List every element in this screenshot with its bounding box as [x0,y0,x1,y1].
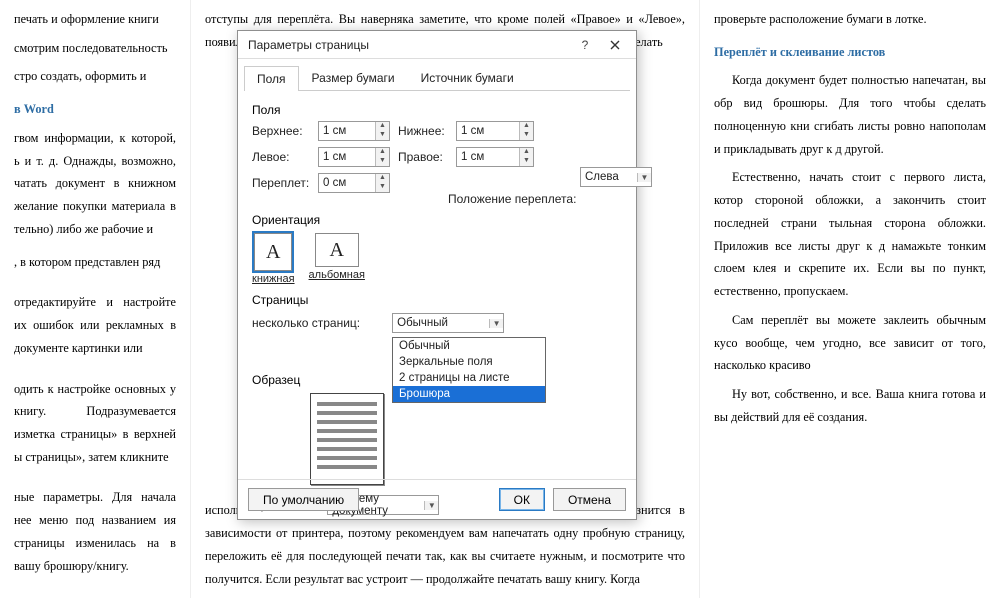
spinner-gutter[interactable]: 0 см▲▼ [318,173,390,193]
value-right: 1 см [457,151,519,163]
orientation-portrait-label: книжная [252,273,295,285]
orientation-landscape-label: альбомная [309,269,365,281]
group-margins-label: Поля [252,103,622,117]
dropdown-option[interactable]: Зеркальные поля [393,354,545,370]
bg-text: Естественно, начать стоит с первого лист… [714,166,986,302]
bg-text: одить к настройке основных у книгу. Подр… [14,378,176,469]
bg-text: , в котором представлен ряд [14,251,176,274]
dropdown-option[interactable]: 2 страницы на листе [393,370,545,386]
tab-margins[interactable]: Поля [244,66,299,91]
bg-heading: Переплёт и склеивание листов [714,41,986,64]
orientation-portrait[interactable]: A книжная [252,233,295,285]
bg-heading: в Word [14,98,176,121]
tab-bar: Поля Размер бумаги Источник бумаги [244,65,630,91]
down-icon[interactable]: ▼ [520,157,533,166]
close-button[interactable] [600,34,630,56]
tab-paper-source[interactable]: Источник бумаги [408,65,527,90]
orientation-landscape[interactable]: A альбомная [309,233,365,285]
chevron-down-icon: ▼ [489,319,503,328]
sample-preview [310,393,384,485]
value-top: 1 см [319,125,375,137]
up-icon[interactable]: ▲ [520,148,533,157]
bg-text: ные параметры. Для начала нее меню под н… [14,486,176,577]
value-gutterpos: Слева [581,171,637,183]
portrait-icon: A [254,233,292,271]
chevron-down-icon: ▼ [637,173,651,182]
bg-text: Когда документ будет полностью напечатан… [714,69,986,160]
page-setup-dialog: Параметры страницы ? Поля Размер бумаги … [237,30,637,520]
value-gutter: 0 см [319,177,375,189]
label-bottom: Нижнее: [398,124,448,138]
value-left: 1 см [319,151,375,163]
bg-text: печать и оформление книги [14,8,176,31]
default-button[interactable]: По умолчанию [248,488,359,511]
dropdown-multiple-pages: Обычный Зеркальные поля 2 страницы на ли… [392,337,546,403]
bg-text: проверьте расположение бумаги в лотке. [714,8,986,31]
value-multiple: Обычный [393,317,489,329]
label-multiple: несколько страниц: [252,316,360,330]
up-icon[interactable]: ▲ [376,148,389,157]
down-icon[interactable]: ▼ [376,131,389,140]
dropdown-option[interactable]: Обычный [393,338,545,354]
label-top: Верхнее: [252,124,310,138]
bg-text: Ну вот, собственно, и все. Ваша книга го… [714,383,986,428]
bg-text: смотрим последовательность [14,37,176,60]
up-icon[interactable]: ▲ [376,122,389,131]
up-icon[interactable]: ▲ [520,122,533,131]
label-gutter: Переплет: [252,176,310,190]
down-icon[interactable]: ▼ [376,157,389,166]
spinner-bottom[interactable]: 1 см▲▼ [456,121,534,141]
ok-button[interactable]: ОК [499,488,545,511]
bg-text: отредактируйте и настройте их ошибок или… [14,291,176,359]
landscape-icon: A [315,233,359,267]
label-left: Левое: [252,150,310,164]
close-icon [610,40,620,50]
spinner-top[interactable]: 1 см▲▼ [318,121,390,141]
bg-text: стро создать, оформить и [14,65,176,88]
select-gutterpos[interactable]: Слева▼ [580,167,652,187]
cancel-button[interactable]: Отмена [553,488,626,511]
dropdown-option[interactable]: Брошюра [393,386,545,402]
select-multiple-pages[interactable]: Обычный▼ [392,313,504,333]
up-icon[interactable]: ▲ [376,174,389,183]
tab-paper-size[interactable]: Размер бумаги [299,65,408,90]
spinner-left[interactable]: 1 см▲▼ [318,147,390,167]
bg-text: Сам переплёт вы можете заклеить обычным … [714,309,986,377]
label-right: Правое: [398,150,448,164]
titlebar: Параметры страницы ? [238,31,636,59]
group-orient-label: Ориентация [252,213,622,227]
down-icon[interactable]: ▼ [376,183,389,192]
bg-text: гвом информации, к которой, ь и т. д. Од… [14,127,176,241]
down-icon[interactable]: ▼ [520,131,533,140]
group-pages-label: Страницы [252,293,622,307]
dialog-title: Параметры страницы [248,38,570,52]
help-button[interactable]: ? [570,34,600,56]
label-gutterpos: Положение переплета: [448,192,576,206]
value-bottom: 1 см [457,125,519,137]
spinner-right[interactable]: 1 см▲▼ [456,147,534,167]
